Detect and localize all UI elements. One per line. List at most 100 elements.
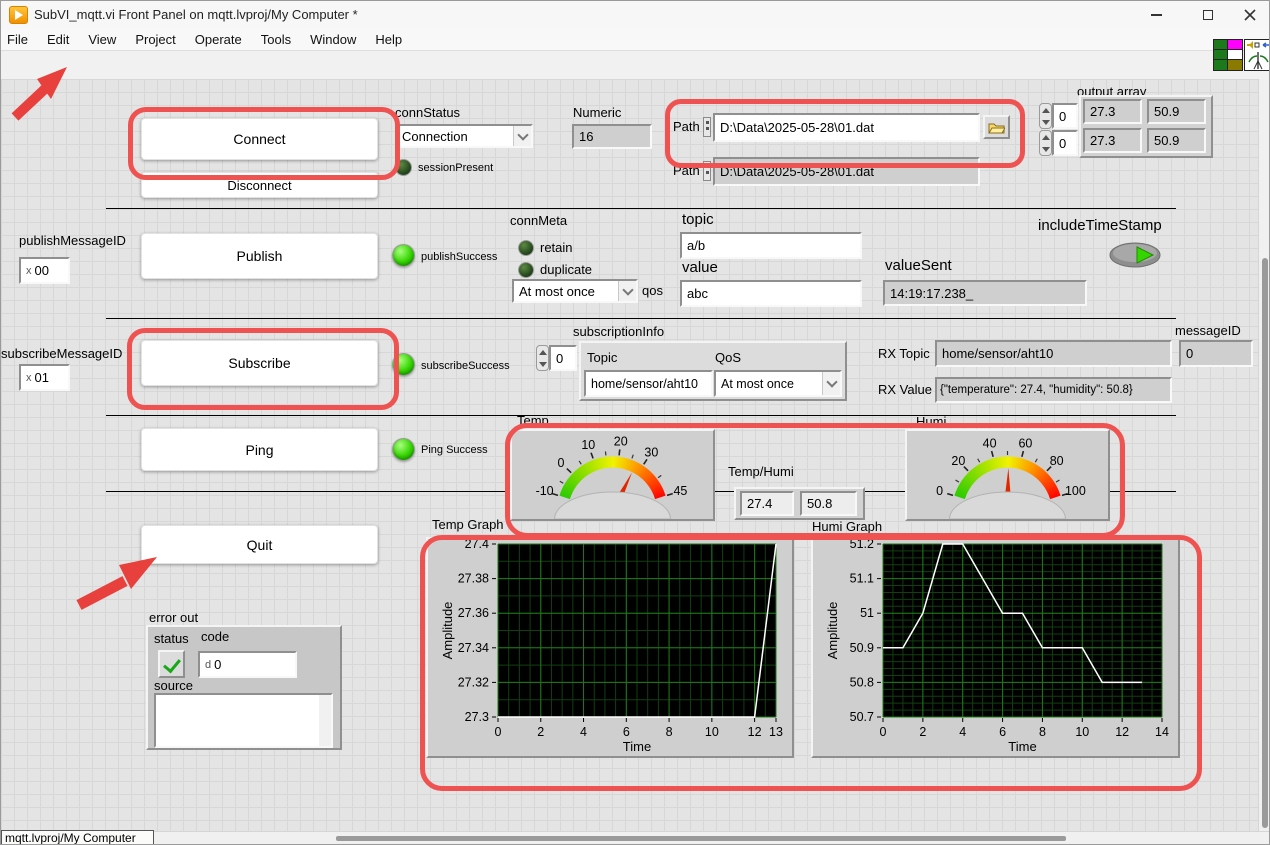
- message-id-field: 0: [1179, 340, 1253, 367]
- temp-graph-panel: 0246810121327.327.3227.3427.3627.3827.4T…: [426, 537, 794, 758]
- humi-graph-label: Humi Graph: [812, 520, 882, 534]
- quit-button[interactable]: Quit: [141, 525, 378, 564]
- subscribe-button[interactable]: Subscribe: [141, 340, 378, 386]
- numeric-label: Numeric: [573, 106, 621, 120]
- svg-text:12: 12: [1115, 725, 1129, 739]
- horizontal-scrollbar-thumb[interactable]: [336, 836, 1066, 841]
- close-button[interactable]: [1229, 1, 1270, 29]
- path-input[interactable]: D:\Data\2025-05-28\01.dat: [713, 113, 980, 142]
- path-control-label: Path: [673, 120, 700, 134]
- menu-tools[interactable]: Tools: [261, 32, 291, 47]
- disconnect-button[interactable]: Disconnect: [141, 172, 378, 198]
- subscription-index-value[interactable]: 0: [549, 345, 577, 371]
- section-divider: [106, 208, 1176, 209]
- subscription-topic-header: Topic: [587, 351, 617, 365]
- error-code-label: code: [201, 630, 229, 644]
- svg-text:60: 60: [1018, 436, 1032, 450]
- menu-edit[interactable]: Edit: [47, 32, 69, 47]
- output-array-cell: 27.3: [1083, 99, 1142, 124]
- subscription-qos-cell[interactable]: At most once: [714, 370, 842, 397]
- qos-value: At most once: [514, 284, 618, 299]
- subscription-index-stepper[interactable]: [536, 345, 549, 371]
- rx-topic-label: RX Topic: [878, 347, 930, 361]
- svg-text:10: 10: [581, 438, 595, 452]
- vertical-scrollbar-thumb[interactable]: [1262, 258, 1268, 828]
- section-divider: [106, 415, 1176, 416]
- path-type-glyph: [703, 161, 711, 181]
- message-id-label: messageID: [1175, 324, 1241, 338]
- include-timestamp-switch[interactable]: [1109, 242, 1161, 268]
- svg-text:0: 0: [880, 725, 887, 739]
- subscription-topic-cell[interactable]: home/sensor/aht10: [584, 370, 713, 397]
- subscribe-message-id-field[interactable]: x 01: [19, 364, 70, 391]
- conn-meta-label: connMeta: [510, 214, 567, 228]
- svg-text:8: 8: [666, 725, 673, 739]
- subscription-qos-value: At most once: [716, 377, 822, 391]
- browse-button[interactable]: [983, 115, 1010, 139]
- path-indicator-label: Path: [673, 164, 700, 178]
- svg-text:10: 10: [1075, 725, 1089, 739]
- humi-graph-panel: 0246810121450.750.850.95151.151.2TimeAmp…: [811, 537, 1180, 758]
- annotation-arrow-quit: [69, 543, 165, 613]
- conn-status-label: connStatus: [395, 106, 460, 120]
- context-tab[interactable]: mqtt.lvproj/My Computer: [1, 830, 154, 845]
- checkmark-icon: [163, 655, 181, 674]
- temp-value-field: 27.4: [740, 491, 794, 516]
- menu-project[interactable]: Project: [135, 32, 175, 47]
- humi-gauge-panel: 020406080100: [905, 429, 1110, 521]
- publish-success-label: publishSuccess: [421, 251, 497, 263]
- error-out-label: error out: [149, 611, 198, 625]
- svg-text:10: 10: [705, 725, 719, 739]
- svg-text:100: 100: [1065, 484, 1086, 498]
- menu-view[interactable]: View: [88, 32, 116, 47]
- svg-text:27.32: 27.32: [458, 675, 489, 689]
- svg-text:2: 2: [919, 725, 926, 739]
- conn-status-dropdown[interactable]: Connection: [395, 124, 533, 148]
- publish-button[interactable]: Publish: [141, 233, 378, 279]
- ping-success-led: [392, 438, 415, 461]
- chevron-down-icon: [822, 372, 840, 395]
- svg-text:8: 8: [1039, 725, 1046, 739]
- output-array-index2-stepper[interactable]: [1039, 130, 1052, 156]
- humi-graph: 0246810121450.750.850.95151.151.2TimeAmp…: [813, 539, 1178, 756]
- menu-bar: File Edit View Project Operate Tools Win…: [1, 29, 1270, 51]
- temp-gauge-panel: -10010203045: [510, 429, 715, 521]
- output-array-index1-stepper[interactable]: [1039, 103, 1052, 129]
- svg-text:51.1: 51.1: [850, 572, 874, 586]
- ping-button[interactable]: Ping: [141, 428, 378, 471]
- output-array-index1-value[interactable]: 0: [1052, 103, 1078, 129]
- duplicate-led[interactable]: [518, 262, 534, 278]
- svg-text:27.4: 27.4: [465, 539, 489, 551]
- subscribe-success-label: subscribeSuccess: [421, 360, 510, 372]
- temp-humi-label: Temp/Humi: [728, 465, 794, 479]
- toolbar: 17pt Application Font ?: [1, 51, 1270, 80]
- menu-help[interactable]: Help: [375, 32, 402, 47]
- menu-window[interactable]: Window: [310, 32, 356, 47]
- svg-text:12: 12: [748, 725, 762, 739]
- radix-display: x: [26, 372, 32, 384]
- svg-text:20: 20: [614, 434, 628, 448]
- menu-operate[interactable]: Operate: [195, 32, 242, 47]
- session-present-led: [395, 159, 412, 176]
- labview-app-icon: [9, 6, 28, 24]
- value-input[interactable]: abc: [680, 280, 862, 307]
- humi-value-field: 50.8: [800, 491, 857, 516]
- qos-dropdown[interactable]: At most once: [512, 279, 638, 303]
- svg-text:Amplitude: Amplitude: [825, 602, 840, 660]
- publish-message-id-field[interactable]: x 00: [19, 257, 70, 284]
- error-source-label: source: [154, 679, 193, 693]
- minimize-button[interactable]: [1135, 1, 1177, 29]
- retain-led[interactable]: [518, 240, 534, 256]
- maximize-button[interactable]: [1187, 1, 1229, 29]
- output-array-index2-value[interactable]: 0: [1052, 130, 1078, 156]
- qos-label: qos: [642, 284, 663, 298]
- menu-file[interactable]: File: [7, 32, 28, 47]
- error-status-label: status: [154, 632, 189, 646]
- retain-label: retain: [540, 241, 573, 255]
- subscribe-success-led: [392, 353, 415, 376]
- connect-button[interactable]: Connect: [141, 118, 378, 160]
- vertical-scrollbar[interactable]: [1258, 79, 1270, 831]
- topic-input[interactable]: a/b: [680, 232, 862, 259]
- svg-text:30: 30: [644, 446, 658, 460]
- include-timestamp-label: includeTimeStamp: [1038, 218, 1162, 235]
